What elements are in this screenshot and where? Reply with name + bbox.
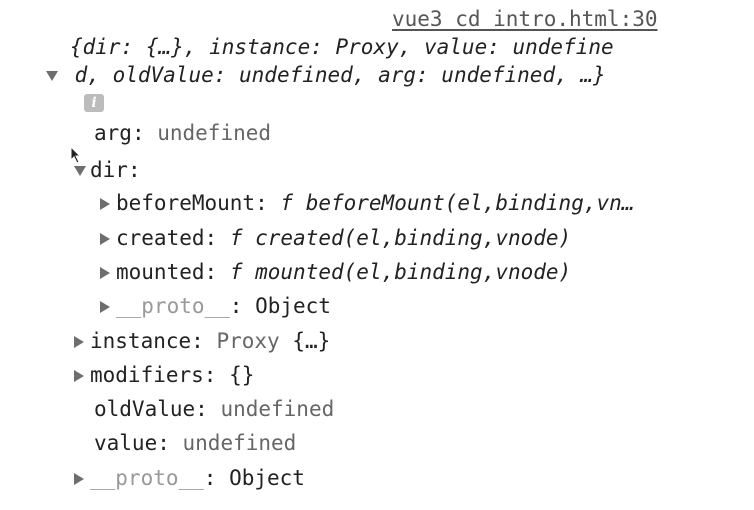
prop-created[interactable]: created: f created(el,binding,vnode) bbox=[100, 225, 571, 251]
prop-dir-proto[interactable]: __proto__: Object bbox=[100, 293, 331, 319]
prop-arg: arg: undefined bbox=[94, 121, 272, 145]
prop-modifiers[interactable]: modifiers: {} bbox=[74, 362, 254, 388]
expand-created-icon[interactable] bbox=[100, 233, 110, 245]
info-icon[interactable]: i bbox=[84, 94, 104, 112]
prop-proto[interactable]: __proto__: Object bbox=[74, 465, 305, 491]
expand-modifiers-icon[interactable] bbox=[74, 370, 84, 382]
prop-mounted[interactable]: mounted: f mounted(el,binding,vnode) bbox=[100, 259, 571, 285]
prop-beforemount[interactable]: beforeMount: f beforeMount(el,binding,vn… bbox=[100, 190, 634, 216]
prop-oldvalue: oldValue: undefined bbox=[94, 397, 335, 421]
source-link[interactable]: vue3 cd intro.html:30 bbox=[392, 7, 658, 31]
prop-value: value: undefined bbox=[94, 431, 297, 455]
expand-dir-proto-icon[interactable] bbox=[100, 301, 110, 313]
expand-instance-icon[interactable] bbox=[74, 336, 84, 348]
object-summary-line-1[interactable]: {dir: {…}, instance: Proxy, value: undef… bbox=[70, 34, 614, 60]
expand-mounted-icon[interactable] bbox=[100, 267, 110, 279]
object-summary-line-2[interactable]: d, oldValue: undefined, arg: undefined, … bbox=[46, 62, 606, 88]
prop-dir[interactable]: dir: bbox=[74, 157, 141, 183]
dir-collapse-icon[interactable] bbox=[74, 166, 86, 176]
expand-object-toggle-icon[interactable] bbox=[46, 71, 58, 81]
prop-instance[interactable]: instance: Proxy {…} bbox=[74, 328, 330, 354]
expand-proto-icon[interactable] bbox=[74, 473, 84, 485]
expand-beforemount-icon[interactable] bbox=[100, 198, 110, 210]
